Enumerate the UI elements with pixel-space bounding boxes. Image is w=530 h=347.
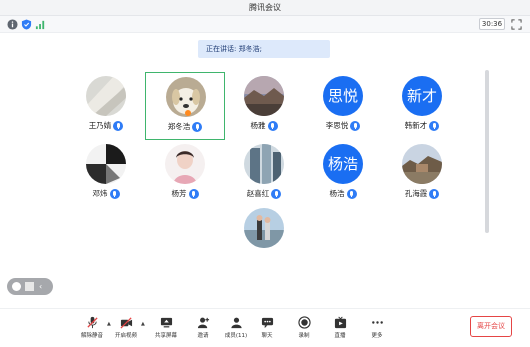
chat-button[interactable]: 聊天 xyxy=(247,316,287,346)
avatar xyxy=(402,144,442,184)
avatar xyxy=(86,76,126,116)
app-title: 腾讯会议 xyxy=(249,3,281,12)
record-icon xyxy=(297,316,311,329)
add-user-icon xyxy=(197,317,209,329)
participant-name: 杨雅 xyxy=(250,121,266,130)
keyboard-icon xyxy=(25,282,34,291)
participant-name: 赵喜红 xyxy=(246,189,270,198)
mic-muted-icon xyxy=(86,316,98,329)
screen-share-icon xyxy=(160,317,172,328)
participant-tile[interactable] xyxy=(224,204,304,272)
floating-controls[interactable]: ‹ xyxy=(7,278,53,295)
mic-icon xyxy=(188,189,199,199)
chevron-left-icon[interactable]: ‹ xyxy=(39,282,47,291)
participant-name: 邓炜 xyxy=(92,189,108,198)
participant-name: 杨芳 xyxy=(171,189,187,198)
participant-name: 杨浩 xyxy=(329,189,345,198)
participant-tile[interactable]: 赵喜红 xyxy=(224,140,304,208)
title-bar: 腾讯会议 xyxy=(0,0,530,16)
more-icon xyxy=(371,321,383,324)
live-button[interactable]: 直播 xyxy=(320,316,360,346)
avatar xyxy=(165,144,205,184)
mic-icon xyxy=(429,189,440,199)
avatar xyxy=(244,144,284,184)
live-stream-icon xyxy=(334,316,346,329)
chat-icon xyxy=(261,317,273,329)
mic-icon xyxy=(350,121,361,131)
avatar: 杨浩 xyxy=(323,144,363,184)
avatar: 新才 xyxy=(402,76,442,116)
mic-icon xyxy=(109,189,120,199)
meeting-timer: 30:36 xyxy=(479,18,505,30)
participant-tile[interactable]: 杨浩 杨浩 xyxy=(303,140,383,208)
participant-tile[interactable]: 杨雅 xyxy=(224,72,304,140)
avatar xyxy=(244,76,284,116)
info-bar: 30:36 xyxy=(0,16,530,33)
host-badge xyxy=(185,110,191,116)
participant-tile[interactable]: 王乃婧 xyxy=(66,72,146,140)
members-icon xyxy=(230,317,242,329)
signal-icon[interactable] xyxy=(35,19,46,30)
chevron-up-icon[interactable]: ▲ xyxy=(141,321,145,327)
mic-icon xyxy=(267,121,278,131)
mic-icon xyxy=(346,189,357,199)
participant-name: 王乃婧 xyxy=(88,121,112,130)
participant-tile[interactable]: 思悦 李思悦 xyxy=(303,72,383,140)
participant-name: 韩新才 xyxy=(404,121,428,130)
participant-tile[interactable]: 新才 韩新才 xyxy=(382,72,462,140)
avatar xyxy=(244,208,284,248)
shield-icon[interactable] xyxy=(21,19,32,30)
record-button[interactable]: 录制 xyxy=(284,316,324,346)
meeting-toolbar: 解除静音 ▲ 开启视频 ▲ 共享屏幕 邀请 成员(11) 聊天 录制 直播 更多 xyxy=(0,308,530,347)
participant-tile[interactable]: 杨芳 xyxy=(145,140,225,208)
start-video-button[interactable]: 开启视频 xyxy=(106,316,146,346)
participant-tile[interactable]: 邓炜 xyxy=(66,140,146,208)
info-icon[interactable] xyxy=(7,19,18,30)
mic-icon xyxy=(113,121,124,131)
mic-icon xyxy=(192,122,203,132)
leave-meeting-button[interactable]: 离开会议 xyxy=(470,316,512,337)
participant-tile[interactable]: 孔海霞 xyxy=(382,140,462,208)
participant-name: 李思悦 xyxy=(325,121,349,130)
record-dot-icon xyxy=(12,282,21,291)
scrollbar[interactable] xyxy=(485,70,489,233)
participant-name: 郑冬浩 xyxy=(167,122,191,131)
avatar xyxy=(86,144,126,184)
more-button[interactable]: 更多 xyxy=(357,316,397,346)
share-screen-button[interactable]: 共享屏幕 xyxy=(146,316,186,346)
participant-tile[interactable]: 郑冬浩 xyxy=(145,72,225,140)
fullscreen-icon[interactable] xyxy=(511,19,522,30)
speaking-indicator: 正在讲话: 郑冬浩; xyxy=(198,40,330,58)
camera-off-icon xyxy=(119,317,132,329)
mic-icon xyxy=(429,121,440,131)
participant-name: 孔海霞 xyxy=(404,189,428,198)
mic-icon xyxy=(271,189,282,199)
avatar: 思悦 xyxy=(323,76,363,116)
